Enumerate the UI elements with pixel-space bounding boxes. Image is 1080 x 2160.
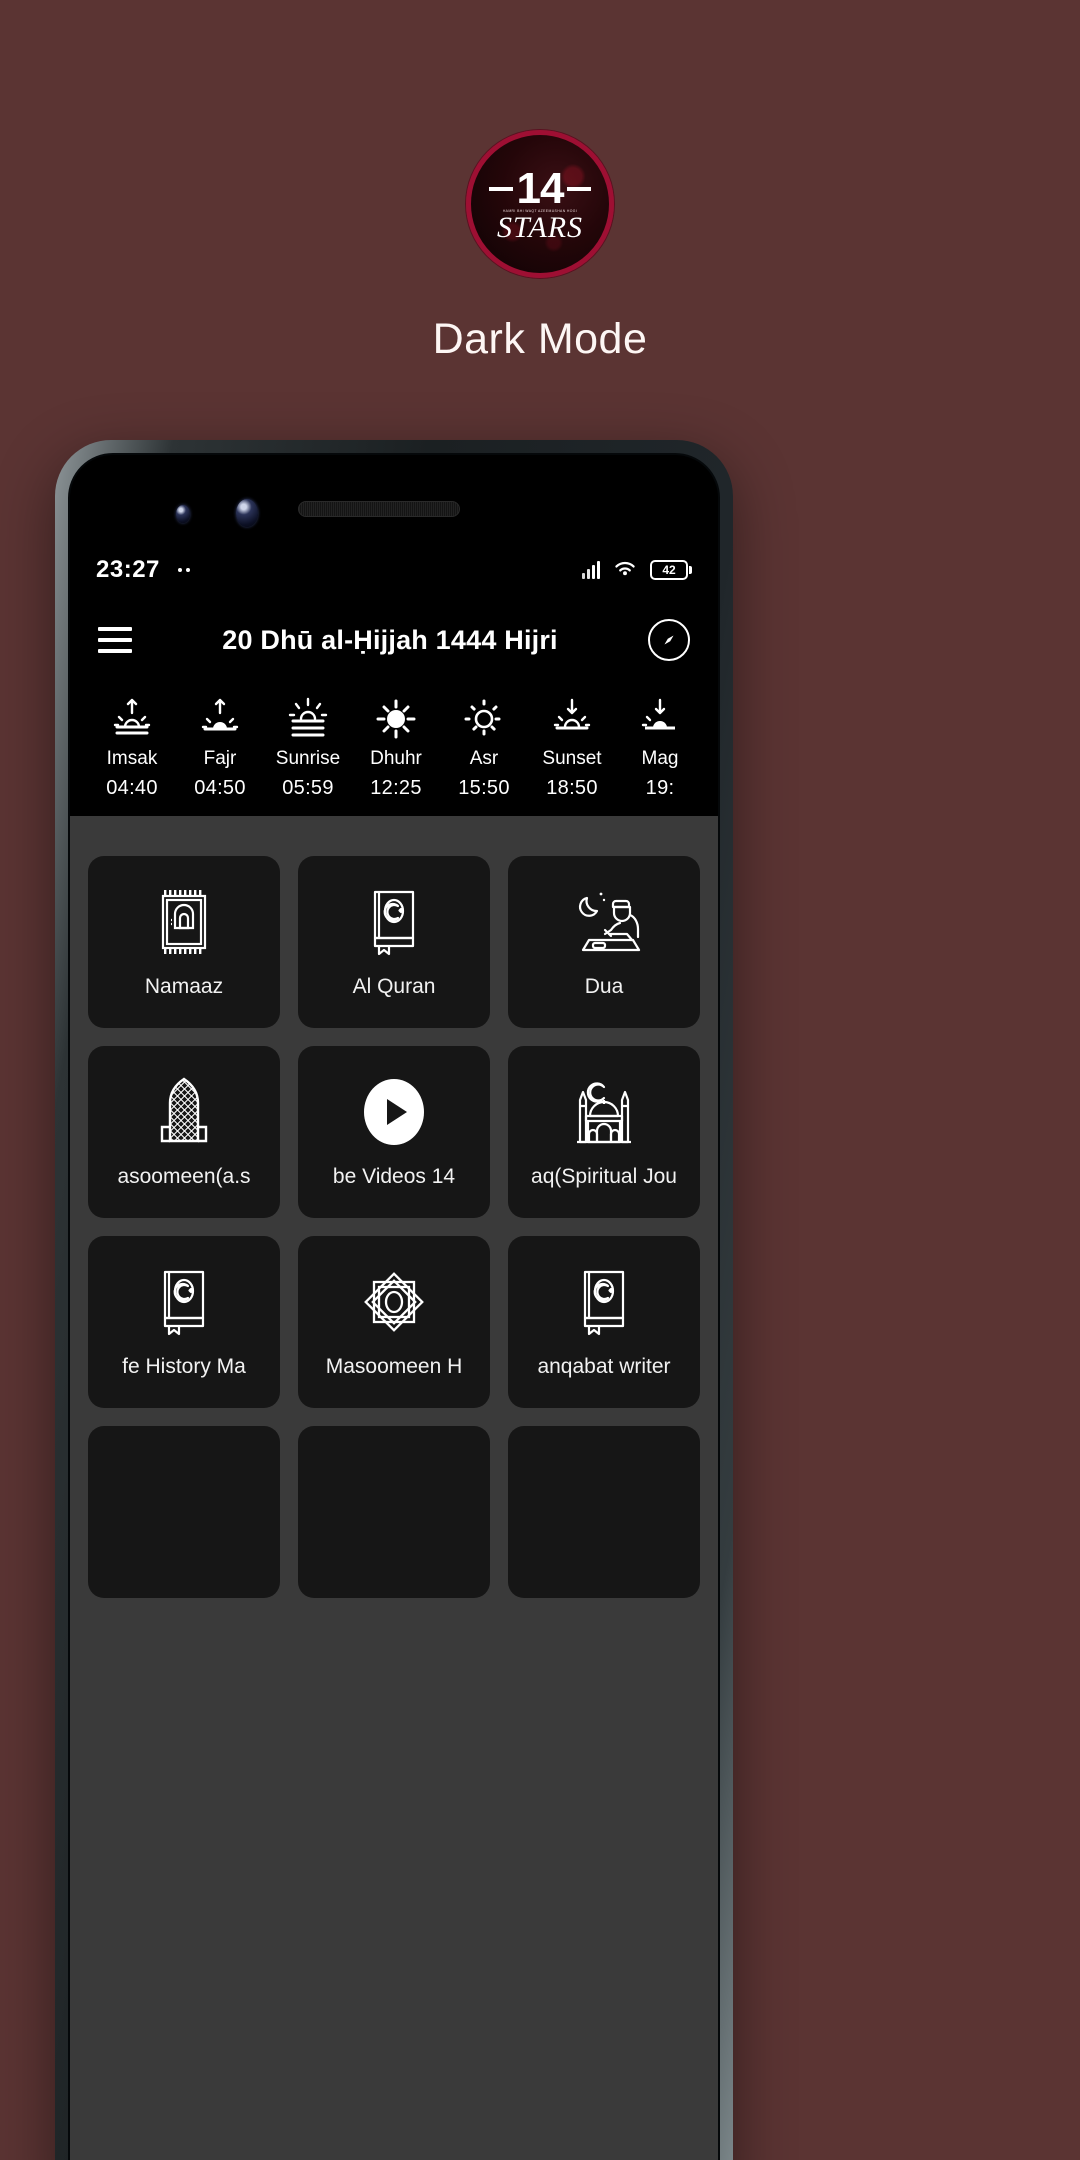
sun-arrow-up-filled-icon — [197, 697, 243, 741]
prayer-item-maghrib[interactable]: Mag 19: — [616, 697, 704, 800]
mosque-icon — [567, 1075, 641, 1149]
status-bar-right: 42 — [582, 558, 692, 583]
brand-logo-wrap: 14 HAMRI BHI WAQT AZEEMUSHAN HOGI STARS — [0, 130, 1080, 278]
prayer-name: Mag — [641, 748, 679, 769]
tile-al-quran[interactable]: Al Quran — [298, 856, 490, 1028]
status-clock: 23:27 — [96, 556, 160, 583]
prayer-name: Sunset — [542, 748, 602, 769]
compass-icon[interactable] — [648, 619, 690, 661]
home-feature-grid: Namaaz Al Quran Dua asoomeen(a.s be Vide… — [88, 856, 700, 1598]
promo-headline: Dark Mode — [432, 315, 648, 363]
prayer-time: 04:50 — [194, 777, 246, 799]
tile-label: Al Quran — [352, 975, 436, 998]
manqabat-book-icon — [573, 1265, 635, 1339]
prayer-time: 12:25 — [370, 777, 422, 799]
logo-number-row: 14 — [488, 163, 592, 213]
tile-row4-1[interactable] — [88, 1426, 280, 1598]
tile-label: asoomeen(a.s — [117, 1165, 251, 1188]
tile-label: anqabat writer — [537, 1355, 671, 1378]
prayer-time: 15:50 — [458, 777, 510, 799]
tile-manqabat-writer[interactable]: anqabat writer — [508, 1236, 700, 1408]
tile-label: be Videos 14 — [332, 1165, 456, 1188]
fourteen-stars-logo: 14 HAMRI BHI WAQT AZEEMUSHAN HOGI STARS — [466, 130, 614, 278]
hamburger-menu-icon[interactable] — [98, 627, 132, 653]
prayer-time: 05:59 — [282, 777, 334, 799]
tile-row4-3[interactable] — [508, 1426, 700, 1598]
tile-masoomeen-h[interactable]: Masoomeen H — [298, 1236, 490, 1408]
prayer-item-sunrise[interactable]: Sunrise 05:59 — [264, 697, 352, 800]
prayer-name: Asr — [469, 748, 499, 769]
logo-dash-left — [488, 186, 513, 191]
phone-mockup: 23:27 42 20 Dhū al-Ḥijjah 1444 Hijri Ims… — [55, 440, 733, 2160]
phone-sensor-area — [70, 481, 718, 541]
tile-masoomeen-as[interactable]: asoomeen(a.s — [88, 1046, 280, 1218]
battery-cap — [689, 566, 692, 574]
maghrib-arrow-down-icon — [637, 697, 683, 741]
logo-dash-right — [567, 186, 592, 191]
prayer-item-imsak[interactable]: Imsak 04:40 — [88, 697, 176, 800]
quran-book-icon — [363, 885, 425, 959]
praying-person-moon-icon — [565, 885, 643, 959]
sun-outline-icon — [461, 697, 507, 741]
page-title: 20 Dhū al-Ḥijjah 1444 Hijri — [222, 624, 558, 655]
tile-spiritual-journey[interactable]: aq(Spiritual Jou — [508, 1046, 700, 1218]
phone-screen-bezel: 23:27 42 20 Dhū al-Ḥijjah 1444 Hijri Ims… — [68, 453, 720, 2160]
prayer-name: Sunrise — [275, 748, 341, 769]
history-book-icon — [153, 1265, 215, 1339]
prayer-item-fajr[interactable]: Fajr 04:50 — [176, 697, 264, 800]
prayer-name: Imsak — [106, 748, 158, 769]
prayer-time: 19: — [645, 777, 675, 799]
app-screen: 23:27 42 20 Dhū al-Ḥijjah 1444 Hijri Ims… — [70, 543, 718, 2160]
promo-screenshot: 14 HAMRI BHI WAQT AZEEMUSHAN HOGI STARS … — [0, 0, 1080, 2160]
logo-wordmark: STARS — [496, 211, 584, 245]
front-camera-main-icon — [236, 499, 258, 527]
status-bar: 23:27 42 — [70, 543, 718, 597]
wifi-icon — [612, 558, 638, 583]
prayer-item-sunset[interactable]: Sunset 18:50 — [528, 697, 616, 800]
tile-label: fe History Ma — [122, 1355, 246, 1378]
eight-point-star-icon — [358, 1265, 430, 1339]
tile-youtube-videos[interactable]: be Videos 14 — [298, 1046, 490, 1218]
signal-icon — [582, 561, 600, 579]
prayer-item-dhuhr[interactable]: Dhuhr 12:25 — [352, 697, 440, 800]
tile-label: Masoomeen H — [325, 1355, 463, 1378]
prayer-time: 04:40 — [106, 777, 158, 799]
home-grid-scroll[interactable]: Namaaz Al Quran Dua asoomeen(a.s be Vide… — [70, 816, 718, 2160]
battery-level-text: 42 — [650, 560, 688, 580]
tile-label: aq(Spiritual Jou — [531, 1165, 677, 1188]
prayer-rug-icon — [152, 885, 216, 959]
notification-dots-icon — [177, 568, 190, 572]
prayer-times-strip[interactable]: Imsak 04:40 Fajr 04:50 Sunrise 05:59 Dhu… — [70, 683, 718, 816]
sunrise-horizon-icon — [285, 697, 331, 741]
tile-namaaz[interactable]: Namaaz — [88, 856, 280, 1028]
tile-row4-2[interactable] — [298, 1426, 490, 1598]
sunrise-arrow-up-icon — [109, 697, 155, 741]
battery-icon: 42 — [650, 560, 692, 580]
prayer-item-asr[interactable]: Asr 15:50 — [440, 697, 528, 800]
logo-number: 14 — [516, 163, 565, 213]
arch-mihrab-icon — [153, 1075, 215, 1149]
earpiece-speaker — [298, 501, 460, 517]
prayer-name: Dhuhr — [370, 748, 422, 769]
app-bar: 20 Dhū al-Ḥijjah 1444 Hijri — [70, 597, 718, 683]
youtube-play-icon — [357, 1075, 431, 1149]
prayer-name: Fajr — [203, 748, 237, 769]
prayer-time: 18:50 — [546, 777, 598, 799]
tile-label: Dua — [584, 975, 624, 998]
tile-dua[interactable]: Dua — [508, 856, 700, 1028]
sun-full-icon — [373, 697, 419, 741]
tile-life-history[interactable]: fe History Ma — [88, 1236, 280, 1408]
sunset-arrow-down-icon — [549, 697, 595, 741]
tile-label: Namaaz — [144, 975, 224, 998]
front-camera-small-icon — [176, 505, 190, 523]
